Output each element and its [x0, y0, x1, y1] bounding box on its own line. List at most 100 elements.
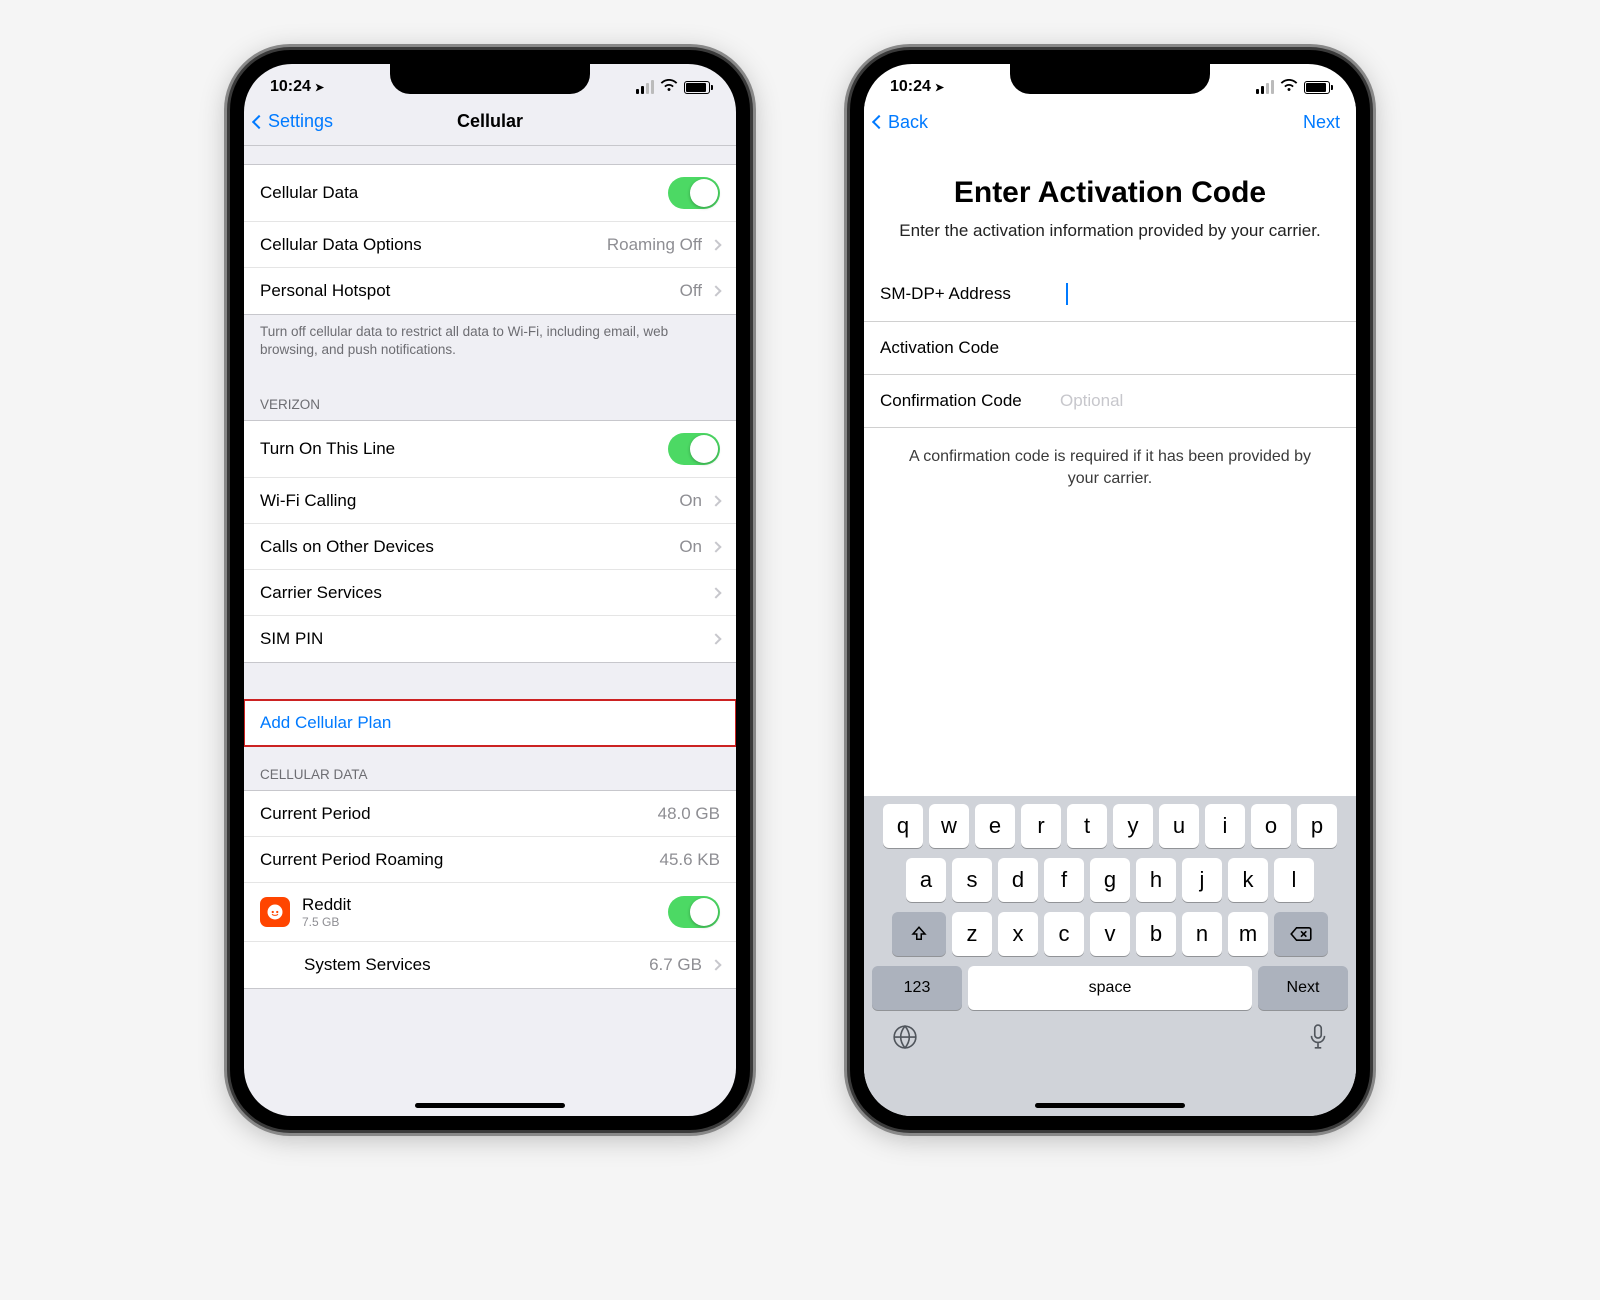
phone-right: 10:24 ➤ Back Next Enter Activation C: [850, 50, 1370, 1130]
activation-subtitle: Enter the activation information provide…: [894, 220, 1326, 243]
notch: [1010, 64, 1210, 94]
chevron-right-icon: [710, 541, 721, 552]
numeric-key[interactable]: 123: [872, 966, 962, 1010]
cellular-data-label: Cellular Data: [260, 183, 668, 203]
key-j[interactable]: j: [1182, 858, 1222, 902]
key-v[interactable]: v: [1090, 912, 1130, 956]
activation-title: Enter Activation Code: [894, 176, 1326, 210]
signal-icon: [636, 80, 655, 94]
back-button[interactable]: Settings: [254, 111, 333, 132]
cellular-data-toggle[interactable]: [668, 177, 720, 209]
battery-icon: [1304, 81, 1330, 94]
keyboard: qwertyuiop asdfghjkl zxcvbnm 123 space N…: [864, 796, 1356, 1116]
key-s[interactable]: s: [952, 858, 992, 902]
turn-on-line-row[interactable]: Turn On This Line: [244, 421, 736, 478]
cellular-data-row[interactable]: Cellular Data: [244, 165, 736, 222]
activation-code-row[interactable]: Activation Code: [864, 322, 1356, 375]
confirmation-code-row[interactable]: Confirmation Code Optional: [864, 375, 1356, 428]
app-reddit-row[interactable]: Reddit 7.5 GB: [244, 883, 736, 942]
turn-on-line-toggle[interactable]: [668, 433, 720, 465]
key-k[interactable]: k: [1228, 858, 1268, 902]
phone-left: 10:24 ➤ Settings Cellular Cellular: [230, 50, 750, 1130]
activation-code-label: Activation Code: [880, 338, 1060, 358]
key-f[interactable]: f: [1044, 858, 1084, 902]
current-period-roaming-value: 45.6 KB: [660, 850, 721, 870]
kb-next-key[interactable]: Next: [1258, 966, 1348, 1010]
back-button[interactable]: Back: [874, 112, 928, 133]
battery-icon: [684, 81, 710, 94]
wifi-icon: [1280, 78, 1298, 96]
wifi-calling-row[interactable]: Wi-Fi Calling On: [244, 478, 736, 524]
confirmation-placeholder: Optional: [1060, 391, 1123, 411]
key-b[interactable]: b: [1136, 912, 1176, 956]
chevron-left-icon: [252, 114, 266, 128]
key-p[interactable]: p: [1297, 804, 1337, 848]
carrier-services-label: Carrier Services: [260, 583, 702, 603]
key-u[interactable]: u: [1159, 804, 1199, 848]
current-period-roaming-label: Current Period Roaming: [260, 850, 660, 870]
cellular-data-options-row[interactable]: Cellular Data Options Roaming Off: [244, 222, 736, 268]
nav-bar: Settings Cellular: [244, 102, 736, 146]
system-services-row[interactable]: System Services 6.7 GB: [244, 942, 736, 988]
sim-pin-label: SIM PIN: [260, 629, 702, 649]
key-r[interactable]: r: [1021, 804, 1061, 848]
cellular-footer-text: Turn off cellular data to restrict all d…: [244, 315, 736, 377]
cellular-content: Cellular Data Cellular Data Options Roam…: [244, 146, 736, 1102]
chevron-left-icon: [872, 115, 886, 129]
key-l[interactable]: l: [1274, 858, 1314, 902]
personal-hotspot-row[interactable]: Personal Hotspot Off: [244, 268, 736, 314]
key-a[interactable]: a: [906, 858, 946, 902]
location-icon: ➤: [315, 81, 324, 94]
key-z[interactable]: z: [952, 912, 992, 956]
sim-pin-row[interactable]: SIM PIN: [244, 616, 736, 662]
reddit-icon: [260, 897, 290, 927]
activation-footer-text: A confirmation code is required if it ha…: [864, 428, 1356, 509]
key-q[interactable]: q: [883, 804, 923, 848]
key-i[interactable]: i: [1205, 804, 1245, 848]
app-reddit-toggle[interactable]: [668, 896, 720, 928]
key-h[interactable]: h: [1136, 858, 1176, 902]
app-reddit-size: 7.5 GB: [302, 915, 668, 929]
key-c[interactable]: c: [1044, 912, 1084, 956]
backspace-key[interactable]: [1274, 912, 1328, 956]
globe-icon[interactable]: [892, 1024, 918, 1056]
page-title: Cellular: [457, 111, 523, 132]
personal-hotspot-value: Off: [680, 281, 702, 301]
key-t[interactable]: t: [1067, 804, 1107, 848]
chevron-right-icon: [710, 960, 721, 971]
key-d[interactable]: d: [998, 858, 1038, 902]
calls-other-value: On: [679, 537, 702, 557]
next-label: Next: [1303, 112, 1340, 132]
wifi-icon: [660, 78, 678, 96]
current-period-value: 48.0 GB: [658, 804, 720, 824]
mic-icon[interactable]: [1308, 1024, 1328, 1056]
cellular-data-options-value: Roaming Off: [607, 235, 702, 255]
text-cursor-icon: [1066, 283, 1068, 305]
key-n[interactable]: n: [1182, 912, 1222, 956]
key-e[interactable]: e: [975, 804, 1015, 848]
cellular-data-header: CELLULAR DATA: [244, 747, 736, 790]
carrier-header: VERIZON: [244, 377, 736, 420]
key-g[interactable]: g: [1090, 858, 1130, 902]
key-w[interactable]: w: [929, 804, 969, 848]
system-services-value: 6.7 GB: [649, 955, 702, 975]
space-key[interactable]: space: [968, 966, 1252, 1010]
key-y[interactable]: y: [1113, 804, 1153, 848]
add-cellular-plan-row[interactable]: Add Cellular Plan: [244, 700, 736, 746]
chevron-right-icon: [710, 634, 721, 645]
calls-other-row[interactable]: Calls on Other Devices On: [244, 524, 736, 570]
next-button[interactable]: Next: [1303, 112, 1340, 133]
back-label: Settings: [268, 111, 333, 132]
shift-key[interactable]: [892, 912, 946, 956]
chevron-right-icon: [710, 587, 721, 598]
current-period-label: Current Period: [260, 804, 658, 824]
turn-on-line-label: Turn On This Line: [260, 439, 668, 459]
key-o[interactable]: o: [1251, 804, 1291, 848]
key-m[interactable]: m: [1228, 912, 1268, 956]
carrier-services-row[interactable]: Carrier Services: [244, 570, 736, 616]
key-x[interactable]: x: [998, 912, 1038, 956]
signal-icon: [1256, 80, 1275, 94]
nav-bar: Back Next: [864, 102, 1356, 146]
smdp-field-row[interactable]: SM-DP+ Address: [864, 267, 1356, 322]
calls-other-label: Calls on Other Devices: [260, 537, 679, 557]
